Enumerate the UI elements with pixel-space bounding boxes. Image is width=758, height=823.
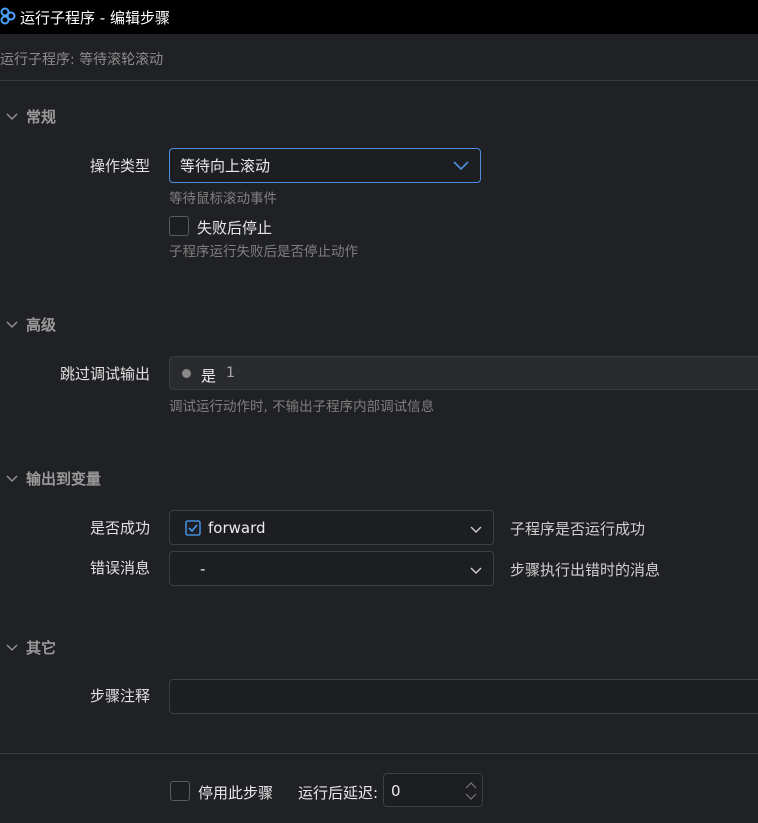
chevron-down-icon (470, 526, 482, 533)
disable-step-label: 停用此步骤 (198, 784, 274, 802)
error-msg-variable-select[interactable]: - (169, 551, 494, 586)
title-bar: 运行子程序 - 编辑步骤 (0, 0, 758, 34)
stop-on-fail-label: 失败后停止 (197, 219, 273, 237)
comment-input[interactable] (169, 679, 758, 714)
comment-label: 步骤注释 (90, 687, 151, 705)
error-msg-variable-value: - (200, 559, 206, 578)
operation-type-label: 操作类型 (90, 157, 151, 175)
chevron-down-icon (6, 113, 18, 120)
chevron-down-icon (470, 567, 482, 574)
section-output-header[interactable]: 输出到变量 (4, 468, 101, 489)
section-other-header[interactable]: 其它 (4, 637, 56, 658)
success-variable-select[interactable]: forward (169, 510, 494, 545)
success-hint: 子程序是否运行成功 (510, 520, 646, 538)
section-advanced-title: 高级 (26, 316, 57, 334)
spin-arrows-icon[interactable] (464, 780, 478, 802)
skip-debug-field[interactable]: 是 1 (169, 356, 758, 390)
delay-value: 0 (391, 782, 401, 800)
skip-debug-value-text: 是 (201, 367, 217, 385)
chevron-down-icon (453, 161, 469, 171)
operation-type-hint: 等待鼠标滚动事件 (169, 191, 277, 207)
error-msg-hint: 步骤执行出错时的消息 (510, 561, 661, 579)
skip-debug-value-num: 1 (226, 365, 235, 381)
checkbox-checked-icon (185, 520, 201, 536)
section-advanced-header[interactable]: 高级 (4, 314, 56, 335)
step-subtitle: 运行子程序: 等待滚轮滚动 (0, 52, 164, 68)
operation-type-select[interactable]: 等待向上滚动 (169, 148, 481, 183)
section-other-title: 其它 (26, 639, 57, 657)
delay-label: 运行后延迟: (298, 784, 379, 802)
section-general-header[interactable]: 常规 (4, 106, 56, 127)
error-msg-label: 错误消息 (90, 559, 151, 577)
divider (0, 80, 758, 81)
chevron-down-icon (6, 644, 18, 651)
stop-on-fail-checkbox[interactable] (169, 216, 189, 236)
chevron-down-icon (6, 321, 18, 328)
chevron-down-icon (6, 475, 18, 482)
disable-step-checkbox[interactable] (170, 781, 190, 801)
section-general-title: 常规 (26, 108, 57, 126)
section-output-title: 输出到变量 (26, 470, 102, 488)
success-variable-value: forward (208, 518, 266, 537)
window-title: 运行子程序 - 编辑步骤 (20, 9, 170, 27)
skip-debug-label: 跳过调试输出 (60, 365, 151, 383)
app-logo-icon (0, 7, 16, 25)
success-label: 是否成功 (90, 519, 151, 537)
operation-type-value: 等待向上滚动 (180, 157, 271, 175)
delay-spinbox[interactable]: 0 (383, 773, 483, 807)
stop-on-fail-hint: 子程序运行失败后是否停止动作 (169, 244, 358, 260)
status-dot-icon (182, 369, 191, 378)
footer-divider (0, 753, 758, 754)
skip-debug-hint: 调试运行动作时, 不输出子程序内部调试信息 (169, 399, 435, 415)
